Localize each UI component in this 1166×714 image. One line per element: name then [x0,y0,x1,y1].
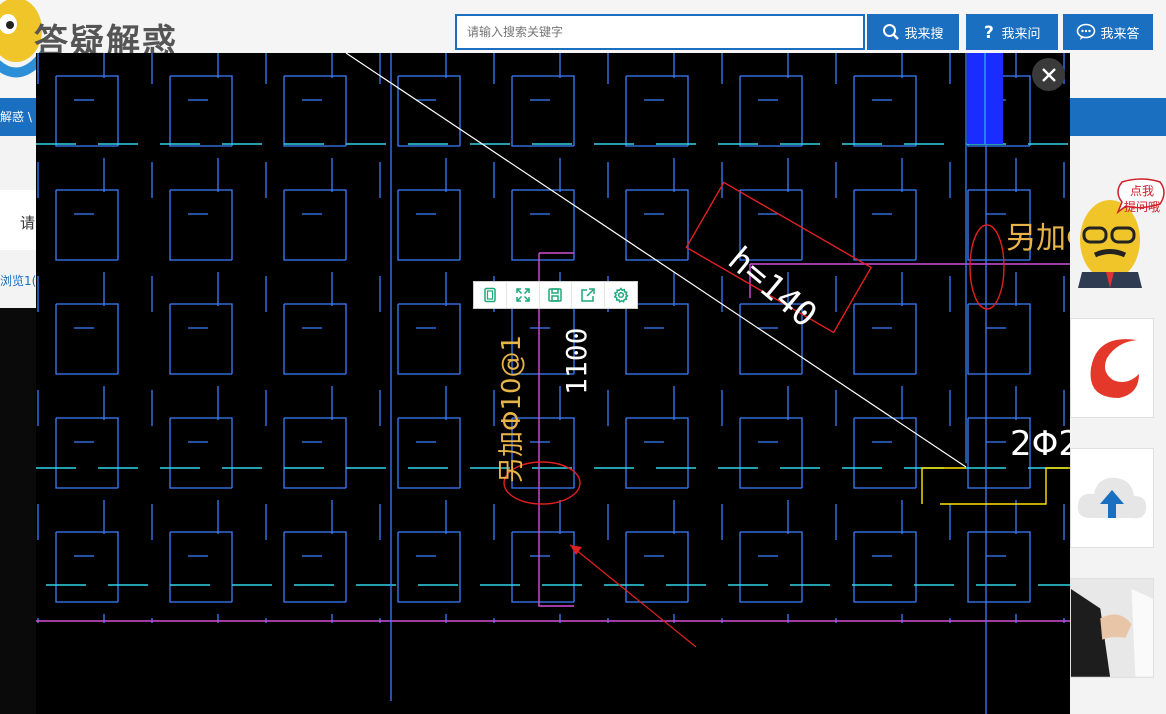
upload-card[interactable] [1070,448,1154,548]
save-button[interactable] [538,282,572,308]
close-icon [1041,67,1056,82]
left-thumbnail [0,308,40,714]
image-viewer[interactable]: h=140 另加Φ10@1 1100 另加Φ 2Φ2 [36,53,1070,714]
annotation-length: 1100 [560,328,593,395]
search-icon [882,23,900,41]
fullscreen-button[interactable] [505,282,539,308]
ask-button-label: 我来问 [1001,26,1041,42]
fit-page-icon [484,287,496,303]
search-input[interactable] [457,16,883,48]
search-button-label: 我来搜 [904,26,944,42]
settings-button[interactable] [604,282,637,308]
chat-bubble-icon [1076,23,1096,41]
answer-button-label: 我来答 [1100,26,1140,42]
cad-drawing: h=140 另加Φ10@1 1100 另加Φ 2Φ2 [36,53,1070,714]
share-button[interactable] [571,282,604,308]
svg-text:?: ? [984,23,994,41]
speech-bubble-line: 提问哦 [1123,200,1160,214]
fullscreen-icon [515,288,530,302]
swirl-logo-icon [1090,339,1139,398]
close-viewer-button[interactable] [1032,58,1065,91]
ad-image-card[interactable] [1070,578,1154,678]
question-icon: ? [983,23,997,41]
handshake-image-icon [1071,579,1153,677]
search-button[interactable]: 我来搜 [867,14,959,50]
annotation-rebar-left: 另加Φ10@1 [497,335,527,483]
viewer-toolbar [473,281,638,309]
annotation-rebar-right: 另加Φ [1006,221,1070,256]
ask-button[interactable]: ? 我来问 [966,14,1058,50]
speech-bubble-text[interactable]: 点我 提问哦 [1118,183,1166,215]
save-icon [548,288,563,302]
settings-icon [613,287,629,303]
question-text: 请 [20,214,36,232]
cloud-upload-icon [1077,477,1147,519]
fit-page-button[interactable] [474,282,506,308]
search-box[interactable] [455,14,883,50]
view-count: 浏览1( [0,274,37,288]
share-icon [581,288,596,302]
page: 答疑解惑 我来搜 ? 我来问 我来答 解惑 \ 孝 请 浏览1( [0,0,1166,714]
annotation-rebar-count: 2Φ2 [1010,424,1070,464]
brand-logo-card[interactable] [1070,318,1154,418]
speech-bubble-line: 点我 [1129,184,1154,198]
answer-button[interactable]: 我来答 [1063,14,1153,50]
